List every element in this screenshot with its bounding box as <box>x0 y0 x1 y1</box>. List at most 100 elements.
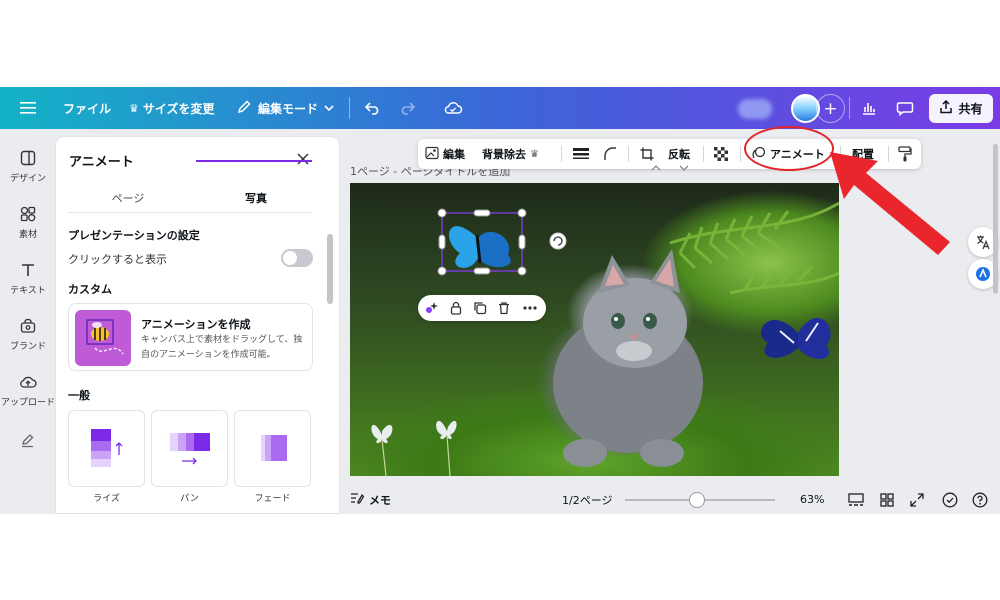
rail-item-elements[interactable]: 素材 <box>0 203 56 240</box>
animation-tile-pan[interactable] <box>151 410 228 487</box>
resize-button[interactable]: ♛ サイズを変更 <box>129 87 215 129</box>
fern-leaves <box>669 201 839 295</box>
butterfly-white-small <box>371 420 457 476</box>
design-icon <box>17 147 39 169</box>
page-thumbnails-icon[interactable] <box>848 485 864 514</box>
upload-share-icon <box>939 99 953 117</box>
animation-label-fade: フェード <box>254 494 291 504</box>
plus-icon: + <box>823 98 838 119</box>
top-bar: ファイル ♛ サイズを変更 編集モード + 共有 <box>0 87 1000 129</box>
page-collapse-icons[interactable] <box>650 163 690 176</box>
panel-scroll-thumb[interactable] <box>327 234 333 304</box>
undo-icon[interactable] <box>361 96 385 120</box>
rail-label: テキスト <box>10 286 46 296</box>
create-animation-card[interactable]: アニメーションを作成 キャンバス上で素材をドラッグして、独自のアニメーションを作… <box>68 303 313 371</box>
trash-icon[interactable] <box>494 298 514 318</box>
text-icon <box>17 259 39 281</box>
divider <box>628 146 629 162</box>
divider <box>849 97 850 119</box>
upload-icon <box>17 371 39 393</box>
hamburger-icon[interactable] <box>16 96 40 120</box>
notes-button[interactable]: メモ <box>350 485 391 514</box>
rail-item-upload[interactable]: アップロード <box>0 371 56 408</box>
collaborator-avatar[interactable] <box>738 99 772 119</box>
edit-mode-dropdown[interactable]: 編集モード <box>236 87 334 129</box>
add-collaborator-button[interactable]: + <box>816 94 845 123</box>
rail-label: ブランド <box>9 342 46 352</box>
image-edit-icon <box>425 146 439 163</box>
comment-icon[interactable] <box>893 96 917 120</box>
notes-icon <box>350 492 365 507</box>
highlight-circle <box>744 126 834 171</box>
fullscreen-icon[interactable] <box>910 485 924 514</box>
design-canvas[interactable] <box>350 183 839 476</box>
presentation-heading: プレゼンテーションの設定 <box>68 229 200 242</box>
divider <box>561 146 562 162</box>
edit-label: 編集 <box>443 148 465 161</box>
bg-remove-label: 背景除去 <box>482 148 526 161</box>
rail-label: アップロード <box>0 398 55 408</box>
file-menu[interactable]: ファイル <box>63 87 111 129</box>
animation-tile-rise[interactable] <box>68 410 145 487</box>
click-to-show-label: クリックすると表示 <box>68 253 167 266</box>
bg-remove-button[interactable]: 背景除去 ♛ <box>482 139 539 169</box>
bee-thumbnail <box>75 310 131 366</box>
more-icon[interactable] <box>520 298 540 318</box>
butterfly-right <box>761 317 831 360</box>
share-button[interactable]: 共有 <box>929 94 993 123</box>
panel-tabs: ページ 写真 <box>68 187 313 213</box>
rail-label: デザイン <box>9 174 46 184</box>
notes-label: メモ <box>369 493 391 507</box>
rail-item-draw[interactable] <box>0 429 56 451</box>
panel-title: アニメート <box>69 155 134 170</box>
edit-mode-label: 編集モード <box>258 101 319 116</box>
active-tab-indicator <box>196 160 312 162</box>
highlight-arrow-icon <box>830 152 950 255</box>
tab-page[interactable]: ページ <box>68 190 188 206</box>
tab-photo[interactable]: 写真 <box>196 190 316 206</box>
draw-icon <box>17 429 39 451</box>
animation-tile-fade[interactable] <box>234 410 311 487</box>
close-icon[interactable] <box>293 149 313 169</box>
help-icon[interactable] <box>972 485 988 514</box>
grid-view-icon[interactable] <box>880 485 894 514</box>
brand-icon <box>17 315 39 337</box>
check-circle-icon[interactable] <box>942 485 958 514</box>
custom-heading: カスタム <box>68 283 112 296</box>
chevron-down-icon <box>324 101 334 115</box>
canvas-scrollbar[interactable] <box>993 144 998 294</box>
animation-label-rise: ライズ <box>93 494 120 504</box>
create-animation-title: アニメーションを作成 <box>141 318 251 331</box>
resize-label: サイズを変更 <box>142 101 215 116</box>
rail-item-text[interactable]: テキスト <box>0 259 56 296</box>
rail-item-brand[interactable]: ブランド <box>0 315 56 352</box>
crown-icon: ♛ <box>530 148 539 160</box>
lock-icon[interactable] <box>446 298 466 318</box>
animation-label-pan: パン <box>180 494 199 504</box>
corner-rounding-icon[interactable] <box>603 139 617 169</box>
element-floating-menu <box>418 295 546 321</box>
zoom-slider-handle[interactable] <box>690 493 704 507</box>
duplicate-icon[interactable] <box>470 298 490 318</box>
share-label: 共有 <box>958 102 983 116</box>
animate-panel: アニメート ページ 写真 プレゼンテーションの設定 クリックすると表示 カスタム… <box>56 137 339 513</box>
canvas-photo <box>371 201 839 476</box>
elements-icon <box>17 203 39 225</box>
transparency-icon[interactable] <box>714 139 728 169</box>
rail-item-design[interactable]: デザイン <box>0 147 56 184</box>
pencil-icon <box>236 99 252 118</box>
border-weight-icon[interactable] <box>573 139 589 169</box>
divider <box>349 97 350 119</box>
crown-icon: ♛ <box>129 101 139 115</box>
panel-scrollbar[interactable] <box>327 179 334 509</box>
redo-icon[interactable] <box>395 96 419 120</box>
cloud-save-icon[interactable] <box>441 96 465 120</box>
rail-label: 素材 <box>18 230 37 240</box>
edit-image-button[interactable]: 編集 <box>425 139 465 169</box>
click-to-show-toggle[interactable] <box>281 249 313 267</box>
insights-icon[interactable] <box>857 96 881 120</box>
create-animation-description: キャンバス上で素材をドラッグして、独自のアニメーションを作成可能。 <box>141 335 303 360</box>
zoom-percentage[interactable]: 63% <box>800 485 824 514</box>
page-indicator[interactable]: 1/2ページ <box>562 485 612 514</box>
magic-edit-icon[interactable] <box>422 298 442 318</box>
